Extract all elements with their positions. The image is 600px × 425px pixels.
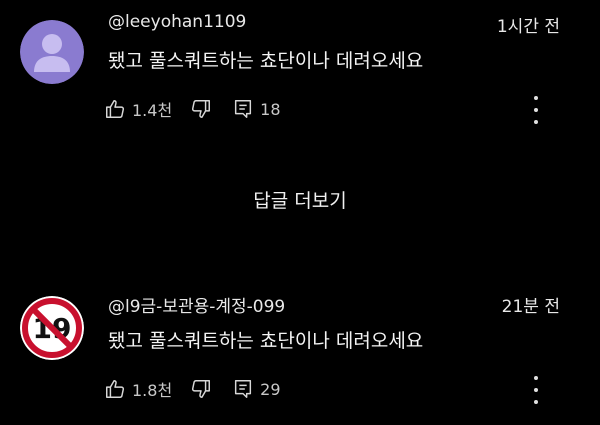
avatar[interactable]: [20, 20, 84, 84]
user-avatar-icon: [20, 20, 84, 84]
like-button[interactable]: 1.4천: [104, 97, 172, 121]
more-vert-icon: [534, 96, 538, 100]
comment-icon: [235, 380, 252, 398]
avatar[interactable]: 19: [20, 296, 84, 360]
thumbs-down-icon: [192, 100, 211, 118]
comment-icon: [235, 100, 252, 118]
dislike-button[interactable]: [190, 378, 212, 400]
like-button[interactable]: 1.8천: [104, 377, 172, 401]
more-options-button[interactable]: [528, 96, 544, 124]
comment-item: 19 @l9금-보관용-계정-099 21분 전 됐고 풀스쿼트하는 쵸단이나 …: [0, 280, 600, 420]
thumbs-up-icon: [106, 380, 125, 398]
thumbs-up-icon: [106, 100, 125, 118]
age-restricted-19-icon: 19: [20, 296, 84, 360]
reply-count: 29: [260, 379, 281, 399]
comment-text: 됐고 풀스쿼트하는 쵸단이나 데려오세요: [108, 50, 424, 72]
like-count: 1.8천: [132, 381, 173, 400]
reply-button[interactable]: 29: [232, 378, 281, 400]
thumbs-down-icon: [192, 380, 211, 398]
more-options-button[interactable]: [528, 376, 544, 404]
comment-author-handle[interactable]: @l9금-보관용-계정-099: [108, 292, 285, 317]
more-replies-button[interactable]: 답글 더보기: [0, 186, 600, 213]
dislike-button[interactable]: [190, 98, 212, 120]
like-count: 1.4천: [132, 101, 173, 120]
comment-actions: 1.8천 29: [104, 374, 281, 404]
comment-timestamp: 21분 전: [501, 297, 560, 317]
more-vert-icon: [534, 376, 538, 380]
reply-button[interactable]: 18: [232, 98, 281, 120]
comment-author-handle[interactable]: @leeyohan1109: [108, 12, 246, 32]
reply-count: 18: [260, 99, 281, 119]
comment-actions: 1.4천 18: [104, 94, 281, 124]
comment-item: @leeyohan1109 1시간 전 됐고 풀스쿼트하는 쵸단이나 데려오세요…: [0, 0, 600, 140]
comment-text: 됐고 풀스쿼트하는 쵸단이나 데려오세요: [108, 330, 424, 352]
comment-timestamp: 1시간 전: [496, 17, 560, 37]
